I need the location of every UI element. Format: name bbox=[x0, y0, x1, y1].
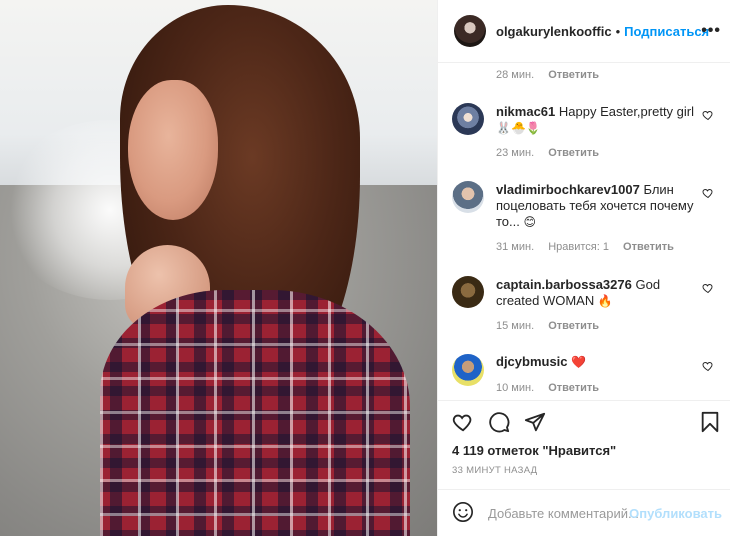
photo-plaid-shirt bbox=[100, 290, 410, 536]
author-avatar[interactable] bbox=[454, 15, 486, 47]
follow-button[interactable]: Подписаться bbox=[624, 24, 709, 39]
post-photo[interactable] bbox=[0, 0, 437, 536]
comment-time: 28 мин. bbox=[496, 69, 535, 81]
comment-text: djcybmusic ❤️ bbox=[496, 354, 701, 370]
comment-likes[interactable]: Нравится: 1 bbox=[548, 241, 609, 253]
commenter-avatar[interactable] bbox=[452, 103, 484, 135]
comment-meta: 31 мин. Нравится: 1 Ответить bbox=[496, 241, 685, 253]
comment-emoji: 🐰🐣🌷 bbox=[496, 121, 541, 135]
post-actions-section: 4 119 отметок "Нравится" 33 МИНУТ НАЗАД … bbox=[438, 400, 730, 536]
share-icon[interactable] bbox=[524, 411, 546, 433]
comment-icon[interactable] bbox=[488, 411, 510, 433]
publish-button[interactable]: Опубликовать bbox=[629, 506, 722, 521]
commenter-avatar[interactable] bbox=[452, 181, 484, 213]
comment-text: captain.barbossa3276 God created WOMAN 🔥 bbox=[496, 277, 701, 309]
commenter-username[interactable]: nikmac61 bbox=[496, 104, 555, 119]
comment-time: 15 мин. bbox=[496, 320, 535, 332]
comment-meta: 15 мин. Ответить bbox=[496, 320, 610, 332]
post-header: olgakurylenkooffic • Подписаться ••• bbox=[438, 0, 730, 63]
comment-text: nikmac61 Happy Easter,pretty girl 🐰🐣🌷 bbox=[496, 104, 701, 136]
comment-time: 10 мин. bbox=[496, 382, 535, 394]
reply-button[interactable]: Ответить bbox=[623, 241, 674, 253]
reply-button[interactable]: Ответить bbox=[548, 382, 599, 394]
reply-button[interactable]: Ответить bbox=[548, 320, 599, 332]
comment-input[interactable]: Добавьте комментарий... bbox=[488, 506, 639, 521]
comment-meta: 28 мин. Ответить bbox=[496, 69, 610, 81]
comment-emoji: 🔥 bbox=[597, 294, 613, 308]
commenter-username[interactable]: vladimirbochkarev1007 bbox=[496, 182, 640, 197]
like-comment-heart-icon[interactable] bbox=[702, 282, 714, 294]
comment-time: 31 мин. bbox=[496, 241, 535, 253]
heart-icon[interactable] bbox=[452, 411, 474, 433]
commenter-username[interactable]: captain.barbossa3276 bbox=[496, 277, 632, 292]
photo-face bbox=[128, 80, 218, 220]
commenter-avatar[interactable] bbox=[452, 354, 484, 386]
more-options-button[interactable]: ••• bbox=[701, 22, 721, 40]
commenter-avatar[interactable] bbox=[452, 276, 484, 308]
commenter-username[interactable]: djcybmusic bbox=[496, 354, 568, 369]
bookmark-icon[interactable] bbox=[700, 411, 720, 433]
comment-time: 23 мин. bbox=[496, 147, 535, 159]
comment-composer: Добавьте комментарий... Опубликовать bbox=[438, 489, 730, 536]
reply-button[interactable]: Ответить bbox=[548, 147, 599, 159]
more-icon: ••• bbox=[701, 22, 721, 39]
posted-time: 33 МИНУТ НАЗАД bbox=[452, 465, 538, 476]
comment-emoji: ❤️ bbox=[571, 355, 587, 369]
comment-emoji: 😊 bbox=[523, 215, 537, 229]
like-comment-heart-icon[interactable] bbox=[702, 109, 714, 121]
like-comment-heart-icon[interactable] bbox=[702, 187, 714, 199]
comment-body: Happy Easter,pretty girl bbox=[558, 104, 695, 119]
emoji-icon[interactable] bbox=[452, 501, 474, 523]
header-separator: • bbox=[615, 23, 621, 39]
author-username[interactable]: olgakurylenkooffic bbox=[496, 24, 612, 39]
post-side-panel: olgakurylenkooffic • Подписаться ••• 28 … bbox=[437, 0, 730, 536]
like-comment-heart-icon[interactable] bbox=[702, 360, 714, 372]
comment-meta: 23 мин. Ответить bbox=[496, 147, 610, 159]
comment-text: vladimirbochkarev1007 Блин поцеловать те… bbox=[496, 182, 701, 230]
reply-button[interactable]: Ответить bbox=[548, 69, 599, 81]
likes-count[interactable]: 4 119 отметок "Нравится" bbox=[452, 443, 616, 458]
comment-meta: 10 мин. Ответить bbox=[496, 382, 610, 394]
